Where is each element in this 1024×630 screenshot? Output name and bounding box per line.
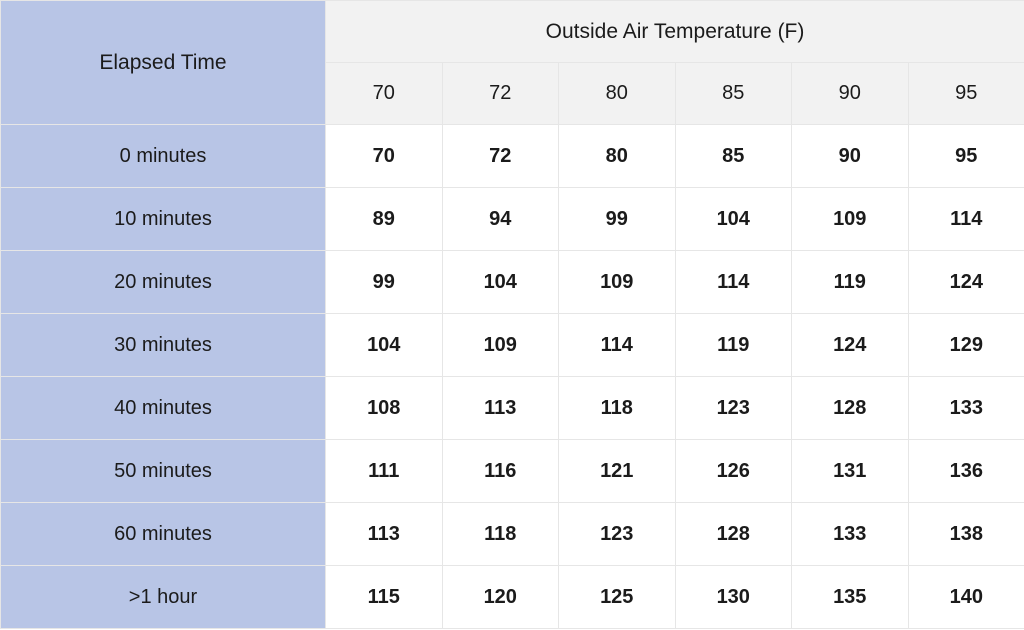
elapsed-time-header: Elapsed Time <box>1 1 326 125</box>
value-cell: 115 <box>326 566 443 629</box>
col-header: 90 <box>792 63 909 125</box>
value-cell: 111 <box>326 440 443 503</box>
value-cell: 114 <box>675 251 792 314</box>
value-cell: 124 <box>792 314 909 377</box>
value-cell: 126 <box>675 440 792 503</box>
table-row: 0 minutes707280859095 <box>1 125 1024 188</box>
outside-temp-group-header: Outside Air Temperature (F) <box>326 1 1024 63</box>
elapsed-time-cell: 40 minutes <box>1 377 326 440</box>
value-cell: 113 <box>442 377 559 440</box>
value-cell: 123 <box>675 377 792 440</box>
value-cell: 125 <box>559 566 676 629</box>
value-cell: 120 <box>442 566 559 629</box>
value-cell: 80 <box>559 125 676 188</box>
temperature-table: Elapsed Time Outside Air Temperature (F)… <box>0 0 1024 629</box>
value-cell: 116 <box>442 440 559 503</box>
value-cell: 128 <box>675 503 792 566</box>
value-cell: 121 <box>559 440 676 503</box>
value-cell: 114 <box>559 314 676 377</box>
elapsed-time-cell: >1 hour <box>1 566 326 629</box>
table-body: 0 minutes70728085909510 minutes899499104… <box>1 125 1024 629</box>
value-cell: 104 <box>326 314 443 377</box>
value-cell: 99 <box>326 251 443 314</box>
value-cell: 128 <box>792 377 909 440</box>
table-row: 10 minutes899499104109114 <box>1 188 1024 251</box>
value-cell: 109 <box>559 251 676 314</box>
value-cell: 119 <box>675 314 792 377</box>
value-cell: 133 <box>792 503 909 566</box>
value-cell: 124 <box>908 251 1024 314</box>
table-row: 30 minutes104109114119124129 <box>1 314 1024 377</box>
value-cell: 136 <box>908 440 1024 503</box>
value-cell: 109 <box>792 188 909 251</box>
value-cell: 108 <box>326 377 443 440</box>
col-header: 85 <box>675 63 792 125</box>
value-cell: 99 <box>559 188 676 251</box>
value-cell: 131 <box>792 440 909 503</box>
table-row: 40 minutes108113118123128133 <box>1 377 1024 440</box>
value-cell: 123 <box>559 503 676 566</box>
value-cell: 72 <box>442 125 559 188</box>
elapsed-time-cell: 50 minutes <box>1 440 326 503</box>
value-cell: 104 <box>675 188 792 251</box>
value-cell: 118 <box>559 377 676 440</box>
value-cell: 118 <box>442 503 559 566</box>
value-cell: 89 <box>326 188 443 251</box>
table-row: 50 minutes111116121126131136 <box>1 440 1024 503</box>
value-cell: 135 <box>792 566 909 629</box>
col-header: 95 <box>908 63 1024 125</box>
elapsed-time-cell: 0 minutes <box>1 125 326 188</box>
table-row: 60 minutes113118123128133138 <box>1 503 1024 566</box>
elapsed-time-cell: 30 minutes <box>1 314 326 377</box>
value-cell: 119 <box>792 251 909 314</box>
value-cell: 90 <box>792 125 909 188</box>
value-cell: 114 <box>908 188 1024 251</box>
value-cell: 95 <box>908 125 1024 188</box>
value-cell: 70 <box>326 125 443 188</box>
col-header: 70 <box>326 63 443 125</box>
elapsed-time-cell: 20 minutes <box>1 251 326 314</box>
value-cell: 138 <box>908 503 1024 566</box>
value-cell: 140 <box>908 566 1024 629</box>
elapsed-time-cell: 60 minutes <box>1 503 326 566</box>
value-cell: 129 <box>908 314 1024 377</box>
table-row: 20 minutes99104109114119124 <box>1 251 1024 314</box>
value-cell: 113 <box>326 503 443 566</box>
value-cell: 85 <box>675 125 792 188</box>
elapsed-time-cell: 10 minutes <box>1 188 326 251</box>
value-cell: 133 <box>908 377 1024 440</box>
value-cell: 94 <box>442 188 559 251</box>
table-row: >1 hour115120125130135140 <box>1 566 1024 629</box>
value-cell: 130 <box>675 566 792 629</box>
col-header: 72 <box>442 63 559 125</box>
value-cell: 104 <box>442 251 559 314</box>
col-header: 80 <box>559 63 676 125</box>
value-cell: 109 <box>442 314 559 377</box>
